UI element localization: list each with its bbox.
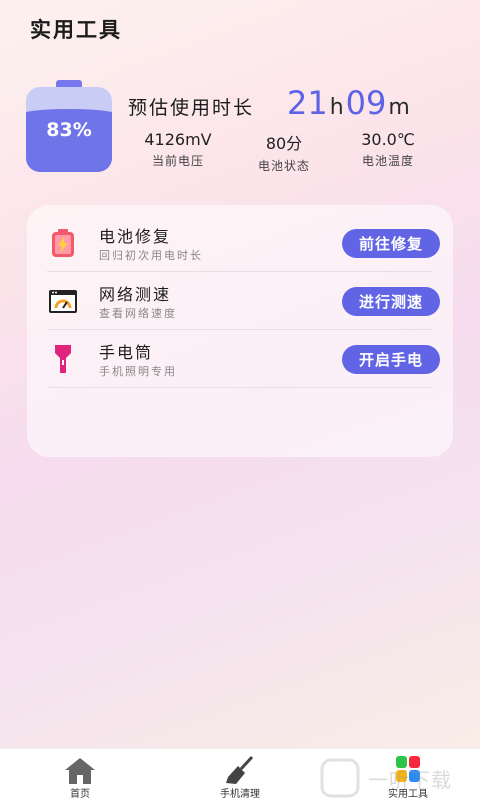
flashlight-icon — [55, 345, 71, 373]
estimate-hours: 21 — [287, 84, 328, 122]
estimate-label: 预估使用时长 — [128, 97, 255, 119]
battery-repair-icon — [52, 229, 74, 257]
health-label: 电池状态 — [257, 159, 310, 173]
tool-description: 手机照明专用 — [99, 365, 177, 378]
voltage-stat: 4126mV 当前电压 — [128, 130, 228, 169]
health-value: 80分 — [265, 134, 303, 153]
page-title: 实用工具 — [30, 18, 122, 42]
minutes-unit: m — [388, 95, 410, 120]
nav-item-phone-cleanup[interactable]: 手机清理 — [190, 749, 290, 801]
home-icon — [65, 758, 95, 784]
tools-card: 电池修复 回归初次用电时长 前往修复 网络测速 查看网络速度 进行测速 手电筒 … — [27, 205, 453, 457]
temperature-stat: 30.0℃ 电池温度 — [338, 130, 438, 169]
tool-row-flashlight: 手电筒 手机照明专用 开启手电 — [47, 331, 440, 388]
watermark: 一听下载 — [320, 758, 480, 798]
battery-body: 83% — [26, 87, 112, 172]
watermark-text: 一听下载 — [368, 768, 452, 792]
estimate-minutes: 09 — [345, 84, 387, 122]
nav-label: 手机清理 — [220, 789, 260, 800]
voltage-value: 4126mV — [144, 130, 212, 149]
speed-test-button[interactable]: 进行测速 — [342, 287, 440, 316]
temperature-label: 电池温度 — [361, 154, 414, 168]
speed-gauge-icon — [49, 290, 77, 313]
nav-item-home[interactable]: 首页 — [30, 749, 130, 801]
temperature-value: 30.0℃ — [361, 130, 415, 149]
tool-title: 手电筒 — [99, 343, 154, 362]
estimate-time: 21h09m — [287, 84, 412, 122]
broom-icon — [226, 755, 254, 784]
tool-description: 查看网络速度 — [99, 307, 177, 320]
battery-percent: 83% — [46, 119, 92, 141]
voltage-label: 当前电压 — [151, 154, 204, 168]
tool-title: 网络测速 — [99, 285, 172, 304]
battery-repair-button[interactable]: 前往修复 — [342, 229, 440, 258]
health-stat: 80分 电池状态 — [234, 130, 334, 174]
battery-level-indicator: 83% — [26, 80, 112, 172]
tool-description: 回归初次用电时长 — [99, 249, 203, 262]
tool-row-speed-test: 网络测速 查看网络速度 进行测速 — [47, 273, 440, 330]
nav-label: 首页 — [70, 789, 90, 800]
flashlight-button[interactable]: 开启手电 — [342, 345, 440, 374]
watermark-logo-icon — [320, 758, 360, 798]
tool-row-battery-repair: 电池修复 回归初次用电时长 前往修复 — [47, 215, 440, 272]
tool-title: 电池修复 — [99, 227, 172, 246]
hours-unit: h — [329, 95, 344, 120]
